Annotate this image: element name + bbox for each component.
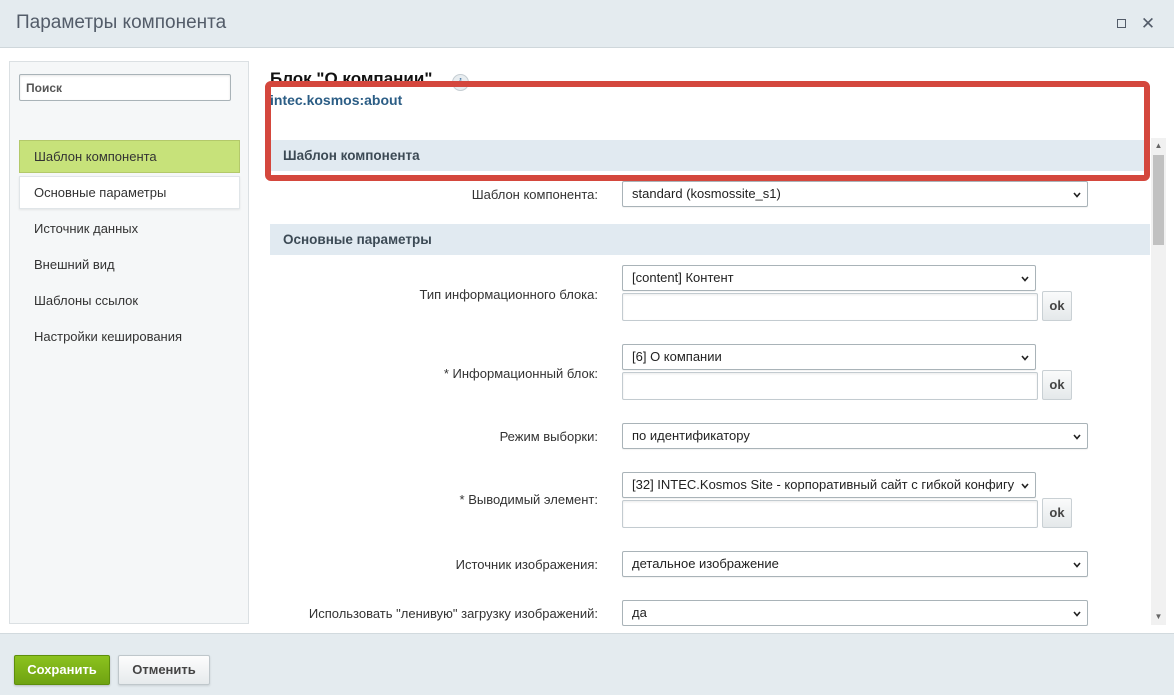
dialog-footer: Сохранить Отменить — [0, 633, 1174, 695]
select-value: [32] INTEC.Kosmos Site - корпоративный с… — [632, 477, 1015, 492]
iblock-type-ok-button[interactable]: ok — [1042, 291, 1072, 321]
field-label-image-source: Источник изображения: — [455, 557, 598, 572]
main-panel: Блок "О компании" i intec.kosmos:about Ш… — [262, 48, 1174, 633]
select-value: [6] О компании — [632, 349, 722, 364]
section-heading-main: Основные параметры — [270, 224, 1150, 255]
select-value: [content] Контент — [632, 270, 734, 285]
scroll-up-icon[interactable]: ▲ — [1154, 141, 1163, 150]
sidebar: Шаблон компонента Основные параметры Ист… — [9, 61, 249, 624]
select-value: standard (kosmossite_s1) — [632, 186, 781, 201]
select-value: да — [632, 605, 647, 620]
field-label-template: Шаблон компонента: — [471, 187, 598, 202]
select-value: детальное изображение — [632, 556, 779, 571]
chevron-down-icon — [1073, 192, 1081, 198]
save-button[interactable]: Сохранить — [14, 655, 110, 685]
sidebar-item-main-params[interactable]: Основные параметры — [19, 176, 240, 209]
select-mode-select[interactable]: по идентификатору — [622, 423, 1088, 449]
iblock-input[interactable] — [622, 372, 1038, 400]
chevron-down-icon — [1021, 483, 1029, 489]
dialog-body: Шаблон компонента Основные параметры Ист… — [0, 48, 1174, 633]
sidebar-item-data-source[interactable]: Источник данных — [19, 212, 240, 245]
lazy-load-select[interactable]: да — [622, 600, 1088, 626]
scroll-down-icon[interactable]: ▼ — [1154, 612, 1163, 621]
field-label-select-mode: Режим выборки: — [499, 429, 598, 444]
chevron-down-icon — [1073, 562, 1081, 568]
field-label-element: * Выводимый элемент: — [459, 492, 598, 507]
field-label-iblock-type: Тип информационного блока: — [419, 287, 598, 302]
field-label-iblock: * Информационный блок: — [443, 366, 598, 381]
params-content: Шаблон компонента Шаблон компонента: sta… — [270, 140, 1150, 626]
search-input[interactable] — [19, 74, 231, 101]
scrollbar-thumb[interactable] — [1153, 155, 1164, 245]
sidebar-item-url-templates[interactable]: Шаблоны ссылок — [19, 284, 240, 317]
iblock-ok-button[interactable]: ok — [1042, 370, 1072, 400]
element-ok-button[interactable]: ok — [1042, 498, 1072, 528]
sidebar-item-template[interactable]: Шаблон компонента — [19, 140, 240, 173]
sidebar-nav: Шаблон компонента Основные параметры Ист… — [19, 140, 240, 356]
component-code: intec.kosmos:about — [270, 92, 403, 108]
field-label-lazy-load: Использовать "ленивую" загрузку изображе… — [308, 606, 598, 621]
maximize-icon[interactable] — [1111, 14, 1131, 34]
element-select[interactable]: [32] INTEC.Kosmos Site - корпоративный с… — [622, 472, 1036, 498]
chevron-down-icon — [1021, 276, 1029, 282]
content-scrollbar[interactable]: ▲ ▼ — [1151, 138, 1166, 625]
iblock-type-select[interactable]: [content] Контент — [622, 265, 1036, 291]
chevron-down-icon — [1073, 611, 1081, 617]
section-heading-template: Шаблон компонента — [270, 140, 1150, 171]
info-icon[interactable]: i — [452, 74, 469, 91]
iblock-type-input[interactable] — [622, 293, 1038, 321]
window-title: Параметры компонента — [16, 12, 227, 33]
component-title: Блок "О компании" — [270, 69, 433, 88]
close-icon[interactable]: ✕ — [1138, 14, 1158, 34]
sidebar-item-appearance[interactable]: Внешний вид — [19, 248, 240, 281]
window-titlebar: Параметры компонента ✕ — [0, 0, 1174, 48]
cancel-button[interactable]: Отменить — [118, 655, 210, 685]
sidebar-item-cache-settings[interactable]: Настройки кеширования — [19, 320, 240, 353]
template-select[interactable]: standard (kosmossite_s1) — [622, 181, 1088, 207]
chevron-down-icon — [1073, 434, 1081, 440]
iblock-select[interactable]: [6] О компании — [622, 344, 1036, 370]
image-source-select[interactable]: детальное изображение — [622, 551, 1088, 577]
select-value: по идентификатору — [632, 428, 750, 443]
chevron-down-icon — [1021, 355, 1029, 361]
element-input[interactable] — [622, 500, 1038, 528]
